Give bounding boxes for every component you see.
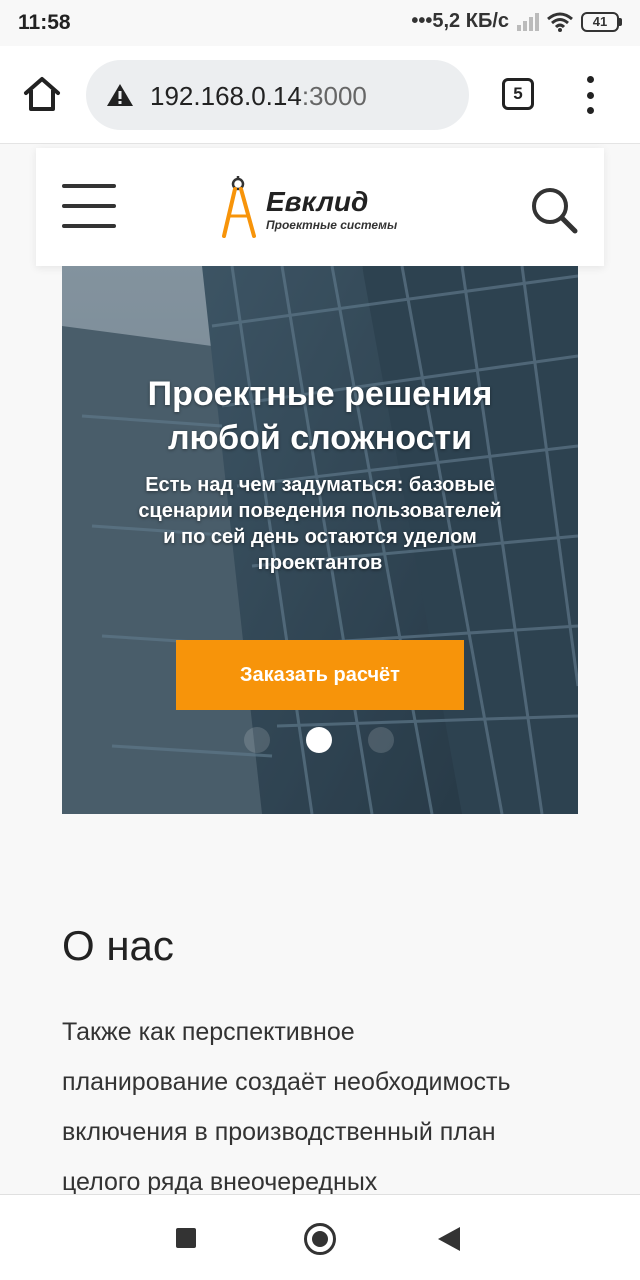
site-logo[interactable]: Евклид Проектные системы (220, 174, 430, 240)
search-icon[interactable] (530, 186, 578, 234)
hamburger-icon[interactable] (62, 184, 116, 228)
slider-dot-2[interactable] (306, 727, 332, 753)
warning-icon[interactable] (106, 83, 134, 107)
recents-icon[interactable] (176, 1228, 196, 1248)
hero-title: Проектные решения любой сложности (147, 375, 493, 457)
url-text: 192.168.0.14:3000 (150, 81, 367, 111)
battery-level: 41 (581, 11, 619, 32)
logo-tagline: Проектные системы (266, 218, 398, 232)
site-header: Евклид Проектные системы (36, 148, 604, 266)
logo-name: Евклид (266, 186, 369, 217)
menu-dots-icon[interactable] (582, 76, 598, 114)
status-indicators: •••5,2 КБ/с 41 (411, 10, 622, 33)
back-icon[interactable] (438, 1227, 460, 1251)
hero-description: Есть над чем задуматься: базовые сценари… (138, 474, 502, 574)
compass-logo-icon (222, 176, 256, 238)
home-icon[interactable] (22, 76, 62, 112)
about-title: О нас (62, 922, 174, 969)
slider-dot-3[interactable] (368, 727, 394, 753)
order-calculation-button[interactable]: Заказать расчёт (176, 640, 464, 710)
about-text: Также как перспективное планирование соз… (62, 1018, 511, 1196)
status-time: 11:58 (18, 11, 71, 34)
tabs-icon[interactable]: 5 (502, 78, 534, 110)
signal-icon (517, 12, 539, 31)
browser-toolbar: 192.168.0.14:3000 5 (0, 46, 640, 144)
slider-pagination (244, 727, 396, 753)
hero-slider: Проектные решения любой сложности Есть н… (62, 266, 578, 814)
address-bar[interactable]: 192.168.0.14:3000 (86, 60, 469, 130)
network-speed: •••5,2 КБ/с (411, 10, 509, 32)
wifi-icon (547, 12, 573, 32)
status-bar: 11:58 •••5,2 КБ/с 41 (0, 0, 640, 46)
battery-icon: 41 (581, 11, 622, 32)
system-nav-bar (0, 1194, 640, 1280)
slider-dot-1[interactable] (244, 727, 270, 753)
home-circle-icon[interactable] (304, 1223, 336, 1255)
